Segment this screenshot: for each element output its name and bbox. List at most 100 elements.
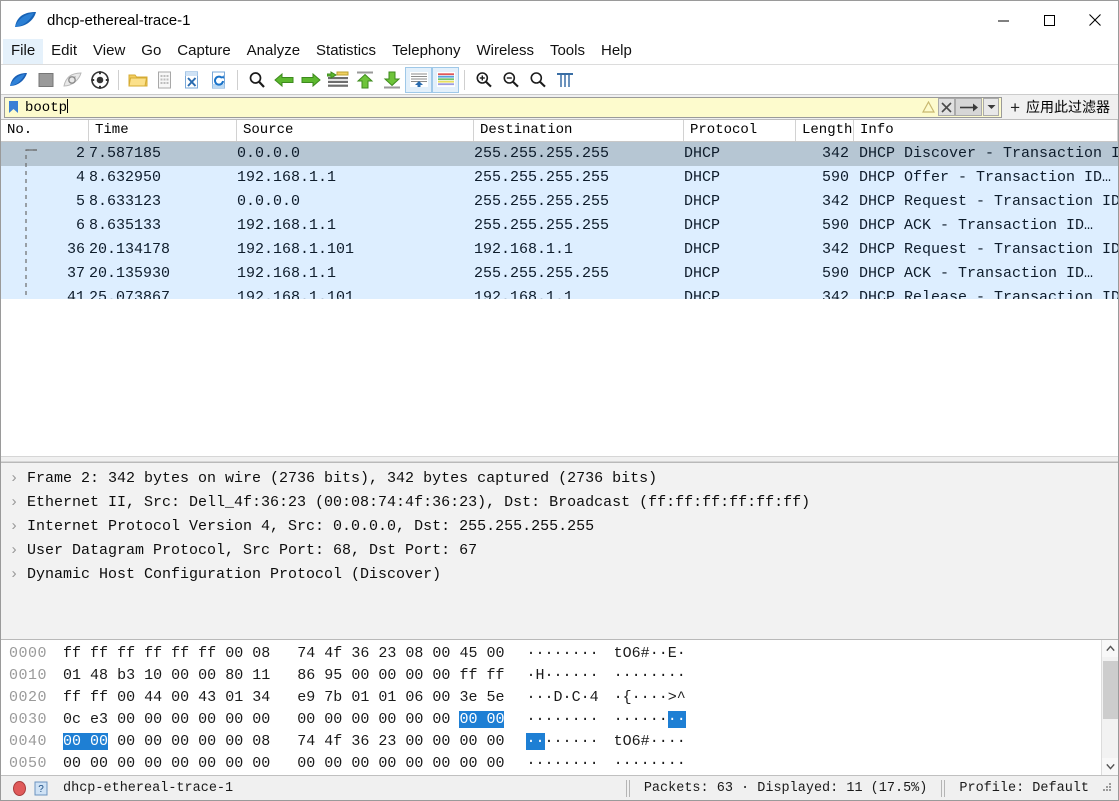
ascii-char[interactable]: > (668, 689, 677, 706)
hex-dump-row[interactable]: 0020 ff ff 00 44 00 43 01 34 e9 7b 01 01 … (1, 687, 1101, 709)
ascii-char[interactable]: · (590, 755, 599, 772)
auto-scroll-icon[interactable] (405, 66, 432, 93)
ascii-char[interactable]: · (563, 711, 572, 728)
hex-dump-row[interactable]: 0030 0c e3 00 00 00 00 00 00 00 00 00 00 … (1, 709, 1101, 731)
hex-byte[interactable]: 00 (405, 755, 423, 772)
hex-byte[interactable]: ff (459, 667, 477, 684)
go-to-packet-icon[interactable] (324, 67, 351, 93)
ascii-char[interactable]: · (554, 733, 563, 750)
detail-tree-item[interactable]: › Ethernet II, Src: Dell_4f:36:23 (00:08:… (1, 491, 1118, 515)
hex-byte[interactable]: 00 (405, 711, 423, 728)
ascii-char[interactable]: · (572, 667, 581, 684)
ascii-char[interactable]: · (677, 733, 686, 750)
ascii-char[interactable]: · (526, 711, 535, 728)
chevron-right-icon[interactable]: › (1, 563, 27, 587)
hex-byte[interactable]: 7b (324, 689, 342, 706)
colorize-icon[interactable] (432, 66, 459, 93)
hex-byte[interactable]: 00 (432, 667, 450, 684)
hex-byte[interactable]: 06 (405, 689, 423, 706)
ascii-char[interactable]: · (590, 733, 599, 750)
hex-byte[interactable]: e3 (90, 711, 108, 728)
hex-byte[interactable]: 44 (144, 689, 162, 706)
hex-byte[interactable]: 00 (351, 755, 369, 772)
hex-byte[interactable]: 00 (90, 733, 109, 750)
hex-byte[interactable]: 43 (198, 689, 216, 706)
ascii-char[interactable]: C (572, 689, 581, 706)
hex-byte[interactable]: 01 (351, 689, 369, 706)
chevron-right-icon[interactable]: › (1, 515, 27, 539)
bytes-pane-scrollbar[interactable] (1101, 640, 1118, 775)
hex-byte[interactable]: b3 (117, 667, 135, 684)
detail-tree-item[interactable]: › Dynamic Host Configuration Protocol (Di… (1, 563, 1118, 587)
ascii-char[interactable]: H (536, 667, 545, 684)
ascii-char[interactable]: · (581, 755, 590, 772)
ascii-char[interactable]: · (623, 711, 632, 728)
ascii-char[interactable]: t (614, 645, 623, 662)
filter-history-dropdown-icon[interactable] (983, 98, 1000, 116)
ascii-char[interactable]: · (545, 689, 554, 706)
close-button[interactable] (1072, 1, 1118, 39)
chevron-right-icon[interactable]: › (1, 491, 27, 515)
ascii-char[interactable]: · (641, 689, 650, 706)
ascii-char[interactable]: · (563, 755, 572, 772)
menu-go[interactable]: Go (133, 39, 169, 64)
table-row[interactable]: 6 8.635133 192.168.1.1 255.255.255.255 DHCP 5… (1, 214, 1118, 238)
ascii-char[interactable]: · (614, 755, 623, 772)
hex-byte[interactable]: 00 (225, 711, 243, 728)
scrollbar-thumb[interactable] (1102, 661, 1118, 719)
hex-byte[interactable]: 11 (252, 667, 270, 684)
ascii-char[interactable]: · (623, 755, 632, 772)
maximize-button[interactable] (1026, 1, 1072, 39)
hex-byte[interactable]: 00 (144, 755, 162, 772)
hex-byte[interactable]: 00 (405, 733, 423, 750)
hex-byte[interactable]: 00 (459, 755, 477, 772)
hex-byte[interactable]: ff (90, 689, 108, 706)
menu-help[interactable]: Help (593, 39, 640, 64)
ascii-char[interactable]: · (650, 755, 659, 772)
hex-byte[interactable]: 00 (225, 755, 243, 772)
ascii-char[interactable]: · (677, 645, 686, 662)
ascii-char[interactable]: 4 (590, 689, 599, 706)
hex-byte[interactable]: ff (63, 689, 81, 706)
ascii-char[interactable]: { (623, 689, 632, 706)
hex-byte[interactable]: 86 (297, 667, 315, 684)
hex-byte[interactable]: 00 (432, 645, 450, 662)
ascii-char[interactable]: O (623, 733, 632, 750)
hex-dump[interactable]: 0000 ff ff ff ff ff ff 00 08 74 4f 36 23 … (1, 640, 1101, 775)
hex-byte[interactable]: 00 (63, 733, 82, 750)
hex-byte[interactable]: 08 (405, 645, 423, 662)
hex-byte[interactable]: 3e (459, 689, 477, 706)
capture-status-icon[interactable] (9, 780, 29, 796)
ascii-char[interactable]: · (614, 711, 623, 728)
ascii-char[interactable]: · (563, 689, 572, 706)
ascii-char[interactable]: · (545, 711, 554, 728)
add-filter-button[interactable]: + (1003, 99, 1026, 116)
hex-byte[interactable]: 00 (351, 711, 369, 728)
ascii-char[interactable]: · (614, 667, 623, 684)
hex-byte[interactable]: 00 (252, 755, 270, 772)
hex-byte[interactable]: 00 (378, 711, 396, 728)
ascii-char[interactable]: · (554, 645, 563, 662)
ascii-char[interactable]: # (641, 645, 650, 662)
ascii-char[interactable]: · (632, 755, 641, 772)
hex-byte[interactable]: 00 (351, 667, 369, 684)
hex-byte[interactable]: ff (486, 667, 504, 684)
ascii-char[interactable]: · (545, 645, 554, 662)
bookmark-icon[interactable] (5, 97, 21, 117)
hex-byte[interactable]: ff (171, 645, 189, 662)
hex-byte[interactable]: ff (90, 645, 108, 662)
hex-byte[interactable]: 00 (63, 755, 81, 772)
find-packet-icon[interactable] (243, 67, 270, 93)
table-row[interactable]: 37 20.135930 192.168.1.1 255.255.255.255 DHC… (1, 262, 1118, 286)
ascii-char[interactable]: · (545, 733, 554, 750)
ascii-char[interactable]: · (659, 667, 668, 684)
hex-byte[interactable]: 00 (117, 733, 135, 750)
hex-byte[interactable]: e9 (297, 689, 315, 706)
table-row[interactable]: 4 8.632950 192.168.1.1 255.255.255.255 DHCP 5… (1, 166, 1118, 190)
ascii-char[interactable]: · (590, 645, 599, 662)
ascii-char[interactable]: · (572, 645, 581, 662)
hex-byte[interactable]: 00 (378, 667, 396, 684)
ascii-char[interactable]: · (590, 667, 599, 684)
menu-statistics[interactable]: Statistics (308, 39, 384, 64)
hex-byte[interactable]: 00 (117, 711, 135, 728)
